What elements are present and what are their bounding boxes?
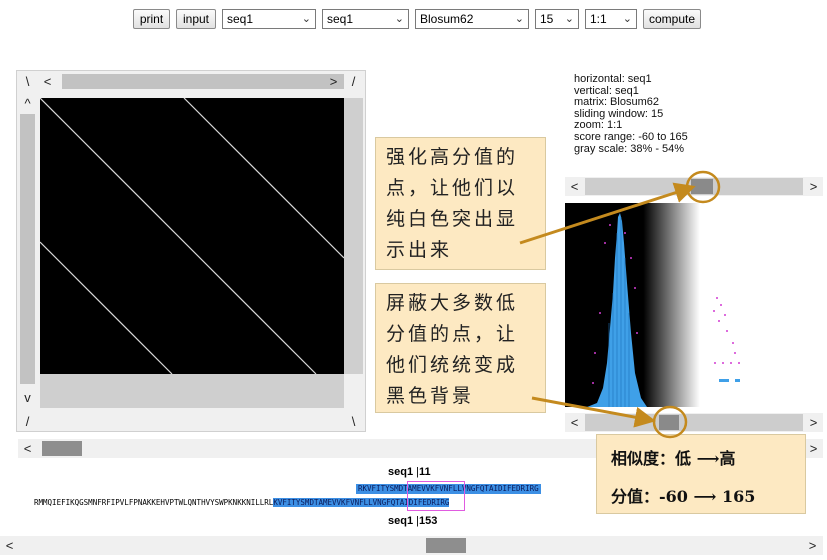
annotation-arrows — [519, 170, 721, 439]
